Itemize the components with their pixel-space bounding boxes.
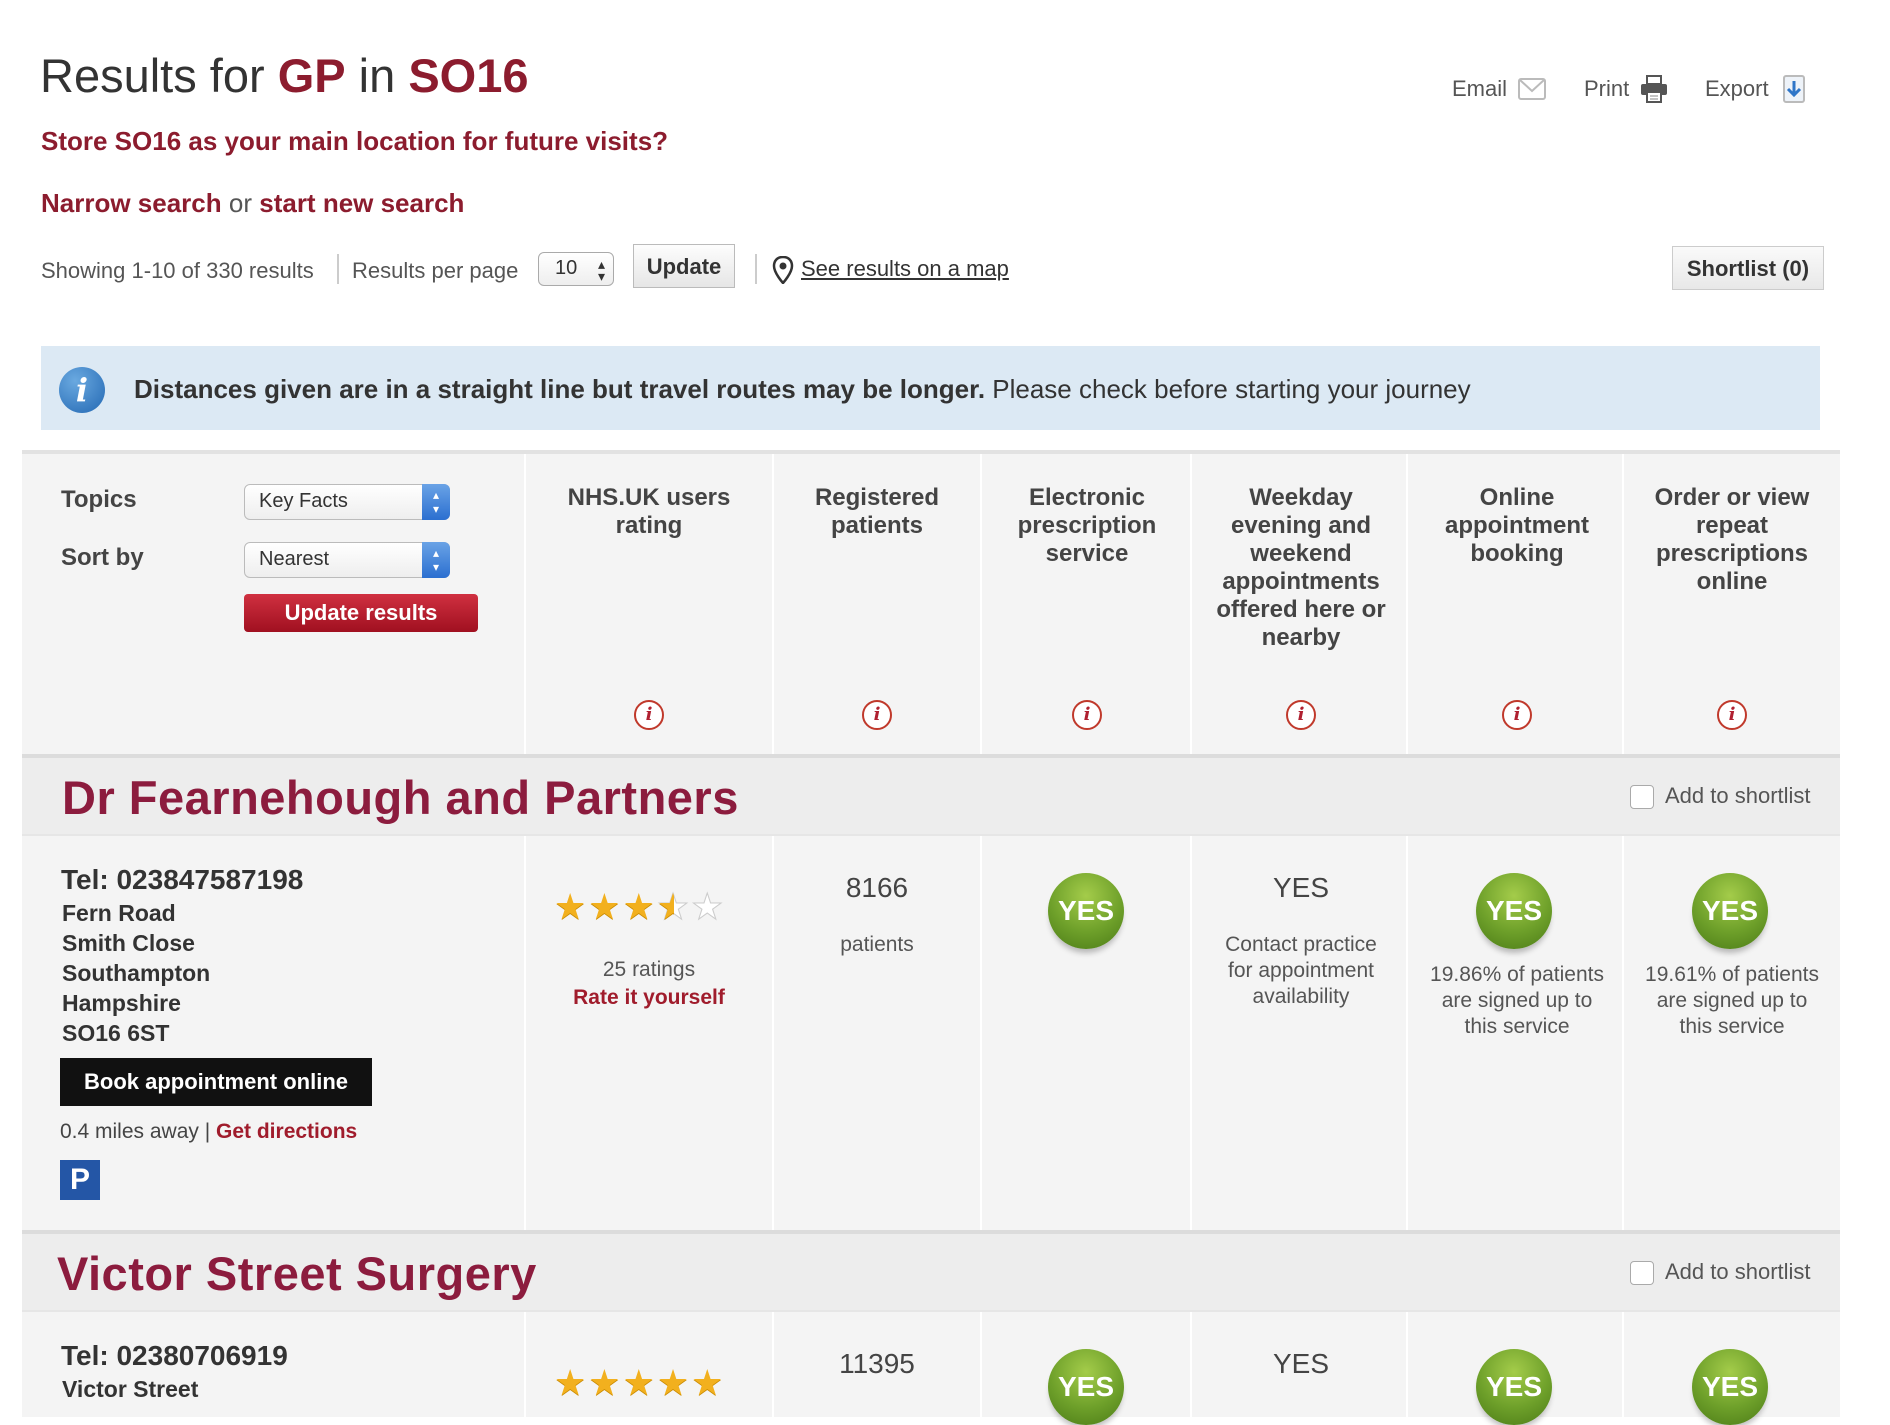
shortlist-label: Add to shortlist: [1665, 1259, 1811, 1284]
repeat-rx-yes-badge: YES: [1692, 1349, 1768, 1425]
practice-name[interactable]: Dr Fearnehough and Partners: [62, 770, 739, 825]
results-count: Showing 1-10 of 330 results: [41, 258, 314, 283]
get-directions-link[interactable]: Get directions: [216, 1120, 357, 1143]
repeat-rx-note: 19.61% of patients are signed up to this…: [1645, 963, 1819, 1038]
email-tool[interactable]: Email: [1452, 74, 1547, 104]
patients-count: 11395: [839, 1348, 915, 1379]
patients-count: 8166: [845, 872, 909, 903]
info-icon[interactable]: i: [1286, 700, 1316, 730]
sort-by-select[interactable]: Nearest ▴ ▾: [244, 542, 450, 578]
repeat-rx-yes-badge: YES: [1692, 873, 1768, 949]
practice-name[interactable]: Victor Street Surgery: [57, 1246, 537, 1301]
info-icon[interactable]: i: [1717, 700, 1747, 730]
column-header-repeat-rx: Order or view repeat prescriptions onlin…: [1654, 484, 1810, 595]
info-icon: i: [59, 367, 105, 413]
book-appointment-button[interactable]: Book appointment online: [60, 1058, 372, 1106]
narrow-search-link[interactable]: Narrow search: [41, 188, 222, 218]
star-full-icon: ★: [554, 1362, 589, 1403]
update-results-button[interactable]: Update results: [244, 594, 478, 632]
update-button[interactable]: Update: [633, 244, 735, 288]
star-full-icon: ★: [622, 886, 657, 927]
export-download-icon: [1782, 75, 1805, 103]
topics-select[interactable]: Key Facts ▴ ▾: [244, 484, 450, 520]
weekday-value: YES: [1272, 872, 1330, 903]
distance-info: 0.4 miles away | Get directions: [60, 1120, 358, 1143]
store-location-link[interactable]: Store SO16 as your main location for fut…: [41, 126, 668, 157]
shortlist-button[interactable]: Shortlist (0): [1672, 246, 1824, 290]
info-icon[interactable]: i: [1072, 700, 1102, 730]
parking-icon: P: [60, 1160, 100, 1200]
info-icon[interactable]: i: [634, 700, 664, 730]
patients-label: patients: [840, 933, 914, 956]
shortlist-label: Add to shortlist: [1665, 783, 1811, 808]
select-arrows-icon: ▴ ▾: [422, 542, 450, 578]
star-half-icon: ★★: [656, 886, 692, 928]
ratings-count: 25 ratings: [602, 958, 696, 981]
online-booking-note: 19.86% of patients are signed up to this…: [1430, 963, 1604, 1038]
star-full-icon: ★: [554, 886, 589, 927]
star-full-icon: ★: [588, 886, 623, 927]
column-header-patients: Registered patients: [814, 484, 940, 539]
rate-it-link[interactable]: Rate it yourself: [549, 986, 749, 1010]
eps-yes-badge: YES: [1048, 873, 1124, 949]
star-empty-icon: ★: [691, 886, 726, 928]
star-full-icon: ★: [691, 1362, 726, 1403]
printer-icon: [1641, 75, 1668, 103]
practice-address: Fern Road Smith Close Southampton Hampsh…: [62, 900, 211, 1046]
column-header-online-booking: Online appointment booking: [1445, 484, 1589, 567]
practice-phone: Tel: 023847587198: [61, 864, 304, 895]
divider: [337, 254, 339, 284]
map-pin-icon: [772, 256, 794, 284]
online-booking-yes-badge: YES: [1476, 873, 1552, 949]
column-header-rating: NHS.UK users rating: [567, 484, 731, 539]
info-icon[interactable]: i: [862, 700, 892, 730]
star-full-icon: ★: [656, 1362, 692, 1403]
star-rating: ★★★★★★: [554, 886, 725, 928]
per-page-select[interactable]: 10 ▴ ▾: [538, 252, 614, 286]
column-header-weekday: Weekday evening and weekend appointments…: [1216, 484, 1386, 651]
print-tool[interactable]: Print: [1584, 74, 1669, 104]
practice-phone: Tel: 02380706919: [61, 1340, 288, 1371]
email-icon: [1518, 78, 1547, 100]
online-booking-yes-badge: YES: [1476, 1349, 1552, 1425]
search-links: Narrow search or start new search: [41, 188, 465, 218]
export-tool[interactable]: Export: [1705, 74, 1809, 104]
column-header-eps: Electronic prescription service: [1017, 484, 1157, 567]
page-title: Results for GP in SO16: [40, 49, 529, 102]
weekday-value: YES: [1272, 1348, 1330, 1379]
star-full-icon: ★: [622, 1362, 657, 1403]
eps-yes-badge: YES: [1048, 1349, 1124, 1425]
select-arrows-icon: ▴ ▾: [422, 484, 450, 520]
star-rating: ★★★★★: [554, 1362, 725, 1404]
table-top-border: [22, 450, 1840, 454]
search-location: SO16: [408, 49, 529, 102]
divider: [755, 254, 757, 284]
per-page-label: Results per page: [352, 258, 519, 283]
search-term: GP: [277, 49, 346, 102]
map-results-link[interactable]: See results on a map: [801, 256, 1009, 282]
star-full-icon: ★: [588, 1362, 623, 1403]
new-search-link[interactable]: start new search: [259, 188, 464, 218]
banner-text: Distances given are in a straight line b…: [134, 374, 1471, 404]
practice-address: Victor Street: [62, 1376, 199, 1402]
sort-by-label: Sort by: [61, 544, 144, 571]
shortlist-checkbox[interactable]: [1630, 1261, 1654, 1285]
topics-label: Topics: [61, 486, 137, 513]
select-arrows-icon: ▴ ▾: [597, 256, 605, 284]
shortlist-checkbox[interactable]: [1630, 785, 1654, 809]
weekday-note: Contact practice for appointment availab…: [1225, 933, 1377, 1008]
info-icon[interactable]: i: [1502, 700, 1532, 730]
